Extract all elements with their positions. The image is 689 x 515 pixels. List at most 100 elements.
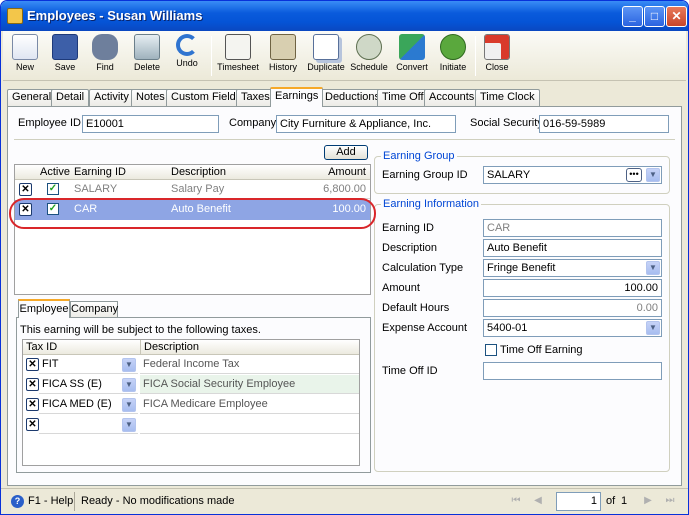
earning-group-id-field[interactable]: SALARY ••• ▼	[483, 166, 662, 184]
chevron-down-icon[interactable]: ▼	[122, 398, 136, 412]
maximize-button[interactable]: □	[644, 6, 665, 27]
tab-custom-fields[interactable]: Custom Fields	[166, 89, 247, 106]
tab-time-off[interactable]: Time Off	[377, 89, 429, 106]
first-page-icon[interactable]: ⏮	[509, 493, 523, 509]
undo-button[interactable]: Undo	[171, 34, 203, 78]
tab-time-clock[interactable]: Time Clock	[475, 89, 540, 106]
tax-subpanel: This earning will be subject to the foll…	[16, 317, 371, 473]
tax-description-cell: Federal Income Tax	[140, 355, 359, 374]
company-label: Company	[229, 117, 277, 129]
delete-row-icon[interactable]: ✕	[26, 358, 39, 371]
divider	[14, 139, 675, 140]
tab-detail[interactable]: Detail	[51, 89, 90, 106]
earning-information-title: Earning Information	[381, 198, 481, 210]
tax-description-cell: FICA Social Security Employee	[140, 375, 359, 394]
duplicate-icon	[313, 34, 339, 60]
calculation-type-select[interactable]: Fringe Benefit ▼	[483, 259, 662, 277]
employee-id-label: Employee ID	[18, 117, 81, 129]
delete-row-icon[interactable]: ✕	[26, 398, 39, 411]
help-icon[interactable]: ?	[11, 495, 24, 508]
description-cell: Salary Pay	[168, 180, 296, 199]
delete-row-icon[interactable]: ✕	[19, 183, 32, 196]
chevron-down-icon[interactable]: ▼	[122, 378, 136, 392]
default-hours-field[interactable]: 0.00	[483, 299, 662, 317]
status-bar: ? F1 - Help Ready - No modifications mad…	[1, 488, 688, 514]
table-row[interactable]: ✕ FICA MED (E) ▼ FICA Medicare Employee	[23, 395, 359, 415]
close-button[interactable]: Close	[481, 34, 513, 78]
delete-row-icon[interactable]: ✕	[26, 418, 39, 431]
duplicate-button[interactable]: Duplicate	[305, 34, 347, 78]
traffic-light-icon	[440, 34, 466, 60]
schedule-button[interactable]: Schedule	[349, 34, 389, 78]
company-field[interactable]: City Furniture & Appliance, Inc.	[276, 115, 456, 133]
chevron-down-icon[interactable]: ▼	[122, 418, 136, 432]
delete-button[interactable]: Delete	[131, 34, 163, 78]
page-number-field[interactable]: 1	[556, 492, 601, 511]
tab-deductions[interactable]: Deductions	[320, 89, 386, 106]
table-row-new[interactable]: ✕ ▼	[23, 415, 359, 435]
convert-button[interactable]: Convert	[393, 34, 431, 78]
earning-information-section: Earning Information Earning ID CAR Descr…	[374, 198, 670, 472]
tab-accounts[interactable]: Accounts	[424, 89, 480, 106]
table-row[interactable]: ✕ FICA SS (E) ▼ FICA Social Security Emp…	[23, 375, 359, 395]
earning-group-id-value: SALARY	[487, 169, 531, 181]
grid-header-earning-id: Earning ID	[71, 165, 168, 180]
earning-id-label: Earning ID	[382, 222, 434, 234]
taxes-note: This earning will be subject to the foll…	[20, 324, 261, 336]
expense-account-value: 5400-01	[487, 322, 528, 334]
description-label: Description	[382, 242, 438, 254]
delete-row-icon[interactable]: ✕	[26, 378, 39, 391]
subtab-company[interactable]: Company	[70, 301, 118, 318]
schedule-icon	[356, 34, 382, 60]
new-icon	[12, 34, 38, 60]
minimize-button[interactable]: _	[622, 6, 643, 27]
time-off-id-label: Time Off ID	[382, 365, 438, 377]
employee-id-field[interactable]: E10001	[82, 115, 219, 133]
chevron-down-icon[interactable]: ▼	[646, 321, 660, 335]
active-checkbox[interactable]: ✓	[47, 183, 59, 195]
title-bar: Employees - Susan Williams _ □ ✕	[1, 1, 688, 31]
chevron-down-icon[interactable]: ▼	[646, 261, 660, 275]
last-page-icon[interactable]: ⏭	[663, 493, 677, 509]
find-button[interactable]: Find	[89, 34, 121, 78]
social-security-label: Social Security	[470, 117, 543, 129]
timesheet-button[interactable]: Timesheet	[217, 34, 259, 78]
description-field[interactable]: Auto Benefit	[483, 239, 662, 257]
close-icon	[484, 34, 510, 60]
tab-activity[interactable]: Activity	[89, 89, 134, 106]
save-icon	[52, 34, 78, 60]
add-button[interactable]: Add	[324, 145, 368, 160]
chevron-down-icon[interactable]: ▼	[122, 358, 136, 372]
page-of-label: of	[606, 495, 616, 507]
recycle-bin-icon	[134, 34, 160, 60]
tab-taxes[interactable]: Taxes	[236, 89, 275, 106]
time-off-earning-checkbox[interactable]	[485, 344, 497, 356]
chevron-down-icon[interactable]: ▼	[646, 168, 660, 182]
expense-account-select[interactable]: 5400-01 ▼	[483, 319, 662, 337]
history-button[interactable]: History	[265, 34, 301, 78]
tab-notes[interactable]: Notes	[131, 89, 170, 106]
close-window-button[interactable]: ✕	[666, 6, 687, 27]
table-row[interactable]: ✕ FIT ▼ Federal Income Tax	[23, 355, 359, 375]
amount-cell: 6,800.00	[296, 180, 370, 199]
calculation-type-label: Calculation Type	[382, 262, 464, 274]
help-label[interactable]: F1 - Help	[28, 495, 73, 507]
save-button[interactable]: Save	[49, 34, 81, 78]
lookup-ellipsis-button[interactable]: •••	[626, 168, 642, 182]
toolbar-separator	[475, 36, 476, 76]
default-hours-label: Default Hours	[382, 302, 450, 314]
grid-header-active: Active	[37, 165, 71, 180]
previous-page-icon[interactable]: ◀	[531, 493, 545, 509]
amount-field[interactable]: 100.00	[483, 279, 662, 297]
new-button[interactable]: New	[9, 34, 41, 78]
subtab-employee[interactable]: Employee	[18, 299, 70, 318]
social-security-field[interactable]: 016-59-5989	[539, 115, 669, 133]
initiate-button[interactable]: Initiate	[435, 34, 471, 78]
grid-header-description: Description	[168, 165, 296, 180]
time-off-id-field[interactable]	[483, 362, 662, 380]
tab-general[interactable]: General	[7, 89, 57, 106]
table-row[interactable]: ✕ ✓ SALARY Salary Pay 6,800.00	[15, 180, 370, 200]
earning-id-field[interactable]: CAR	[483, 219, 662, 237]
next-page-icon[interactable]: ▶	[641, 493, 655, 509]
tab-earnings[interactable]: Earnings	[270, 87, 324, 107]
